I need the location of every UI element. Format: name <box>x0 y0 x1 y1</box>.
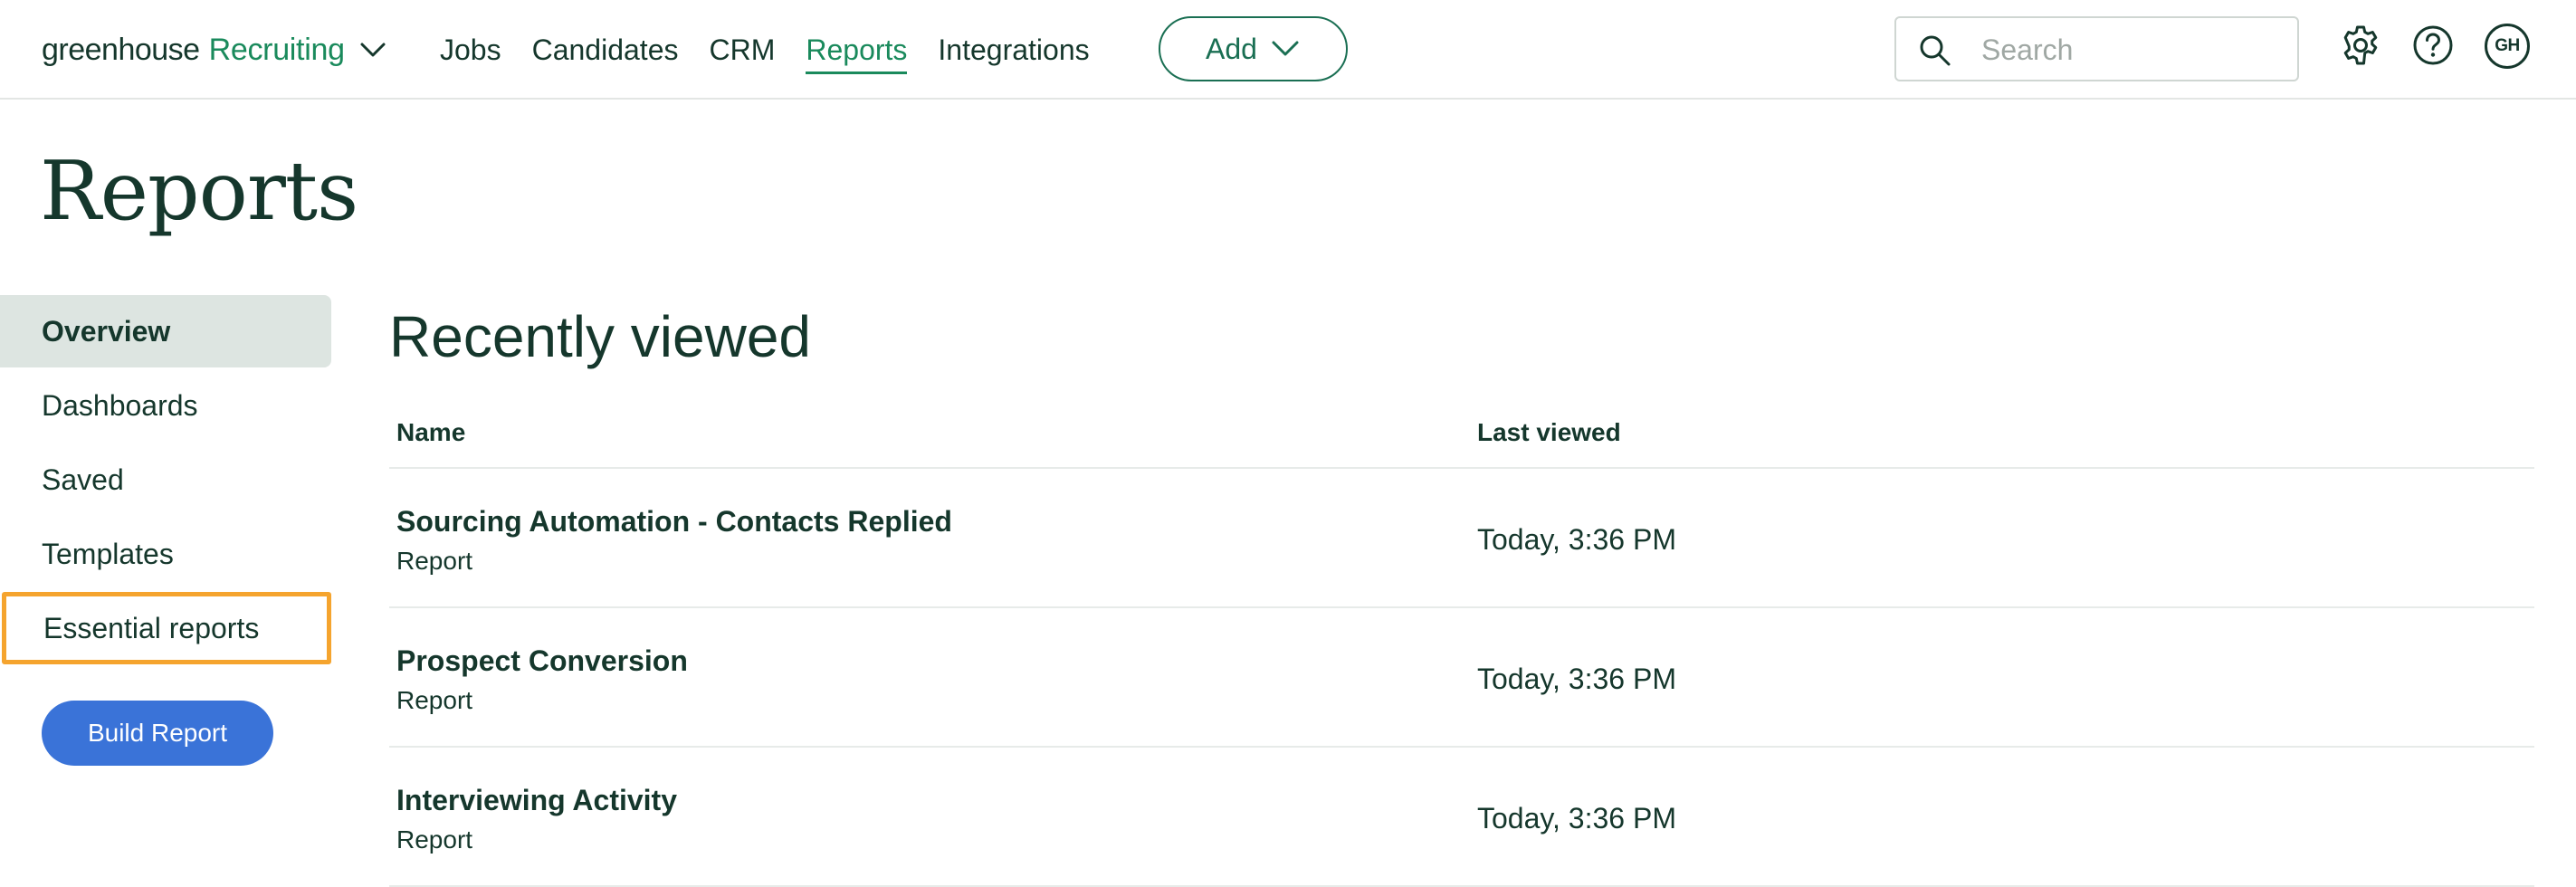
report-type: Report <box>396 686 473 714</box>
sidebar-item-overview[interactable]: Overview <box>0 295 331 367</box>
nav-item-crm[interactable]: CRM <box>709 27 775 72</box>
table-row[interactable]: Prospect Conversion Report Today, 3:36 P… <box>389 608 2534 748</box>
search-input[interactable] <box>1980 29 2282 71</box>
report-name-link[interactable]: Sourcing Automation - Contacts Replied <box>396 505 952 539</box>
column-header-last-viewed[interactable]: Last viewed <box>1477 418 1621 447</box>
last-viewed-time: Today, 3:36 PM <box>1477 523 1676 556</box>
column-header-name[interactable]: Name <box>396 418 465 447</box>
add-button-label: Add <box>1206 32 1257 65</box>
help-icon[interactable] <box>2411 24 2455 67</box>
report-name-link[interactable]: Prospect Conversion <box>396 644 688 678</box>
report-type: Report <box>396 547 473 575</box>
chevron-down-icon <box>360 43 386 57</box>
top-navigation: greenhouse Recruiting Jobs Candidates CR… <box>0 0 2576 100</box>
section-title: Recently viewed <box>389 304 811 369</box>
avatar[interactable]: GH <box>2485 24 2530 69</box>
sidebar-item-saved[interactable]: Saved <box>0 444 331 516</box>
brand-logo-text: greenhouse <box>42 32 200 67</box>
primary-nav: Jobs Candidates CRM Reports Integrations <box>440 27 1121 74</box>
last-viewed-time: Today, 3:36 PM <box>1477 802 1676 835</box>
build-report-button[interactable]: Build Report <box>42 701 273 766</box>
chevron-down-icon <box>1272 41 1299 56</box>
nav-item-jobs[interactable]: Jobs <box>440 27 501 72</box>
table-row[interactable]: Sourcing Automation - Contacts Replied R… <box>389 469 2534 608</box>
nav-item-reports[interactable]: Reports <box>806 27 908 74</box>
sidebar-item-essential-reports[interactable]: Essential reports <box>2 592 331 664</box>
add-button[interactable]: Add <box>1159 16 1348 81</box>
nav-item-candidates[interactable]: Candidates <box>532 27 679 72</box>
sidebar-item-templates[interactable]: Templates <box>0 518 331 590</box>
page-title: Reports <box>40 144 358 239</box>
brand-switcher[interactable]: greenhouse Recruiting <box>42 27 388 72</box>
search-box[interactable] <box>1894 16 2299 81</box>
last-viewed-time: Today, 3:36 PM <box>1477 663 1676 695</box>
table-row[interactable]: Interviewing Activity Report Today, 3:36… <box>389 748 2534 887</box>
gear-icon[interactable] <box>2339 24 2382 67</box>
brand-product-name: Recruiting <box>208 32 345 67</box>
sidebar-item-dashboards[interactable]: Dashboards <box>0 369 331 442</box>
report-type: Report <box>396 825 473 854</box>
search-icon <box>1920 35 1951 66</box>
report-name-link[interactable]: Interviewing Activity <box>396 784 677 817</box>
nav-item-integrations[interactable]: Integrations <box>938 27 1089 72</box>
